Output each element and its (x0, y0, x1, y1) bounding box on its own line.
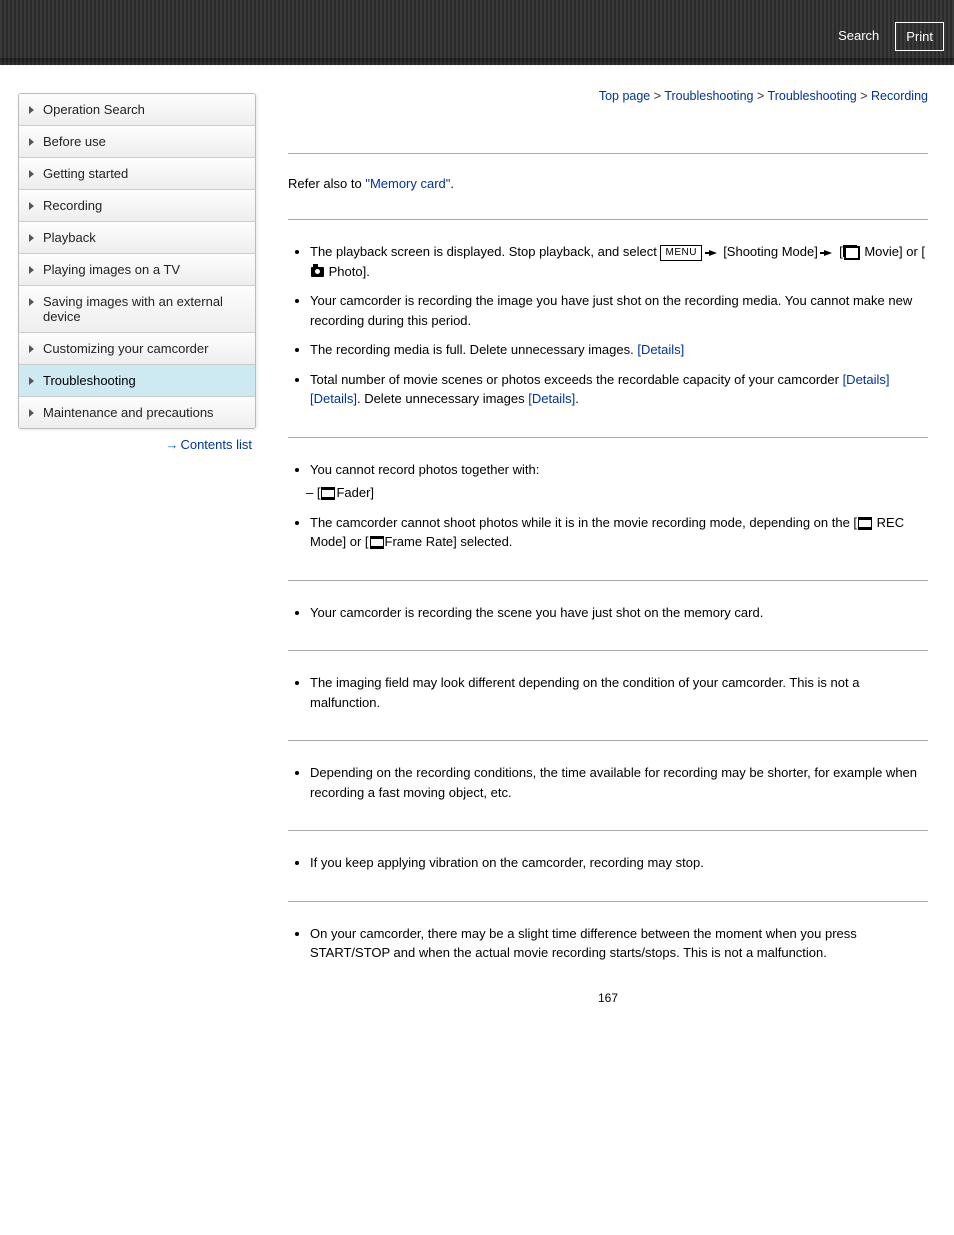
page-number: 167 (288, 991, 928, 1005)
movie-icon (844, 246, 860, 260)
list-item: Your camcorder is recording the scene yo… (310, 603, 928, 623)
breadcrumb: Top page > Troubleshooting > Troubleshoo… (288, 89, 928, 103)
sidebar-item-before-use[interactable]: Before use (19, 126, 255, 158)
menu-button-icon: MENU (660, 245, 701, 261)
refer-note: Refer also to "Memory card". (288, 176, 928, 191)
list-item: The imaging field may look different dep… (310, 673, 928, 712)
trouble-list-7: On your camcorder, there may be a slight… (292, 924, 928, 963)
divider (288, 580, 928, 581)
arrow-right-icon (824, 250, 832, 256)
list-item: You cannot record photos together with: … (310, 460, 928, 503)
list-item: Total number of movie scenes or photos e… (310, 370, 928, 409)
sidebar-item-playing-tv[interactable]: Playing images on a TV (19, 254, 255, 286)
list-item: If you keep applying vibration on the ca… (310, 853, 928, 873)
list-item: The recording media is full. Delete unne… (310, 340, 928, 360)
divider (288, 437, 928, 438)
trouble-list-6: If you keep applying vibration on the ca… (292, 853, 928, 873)
details-link[interactable]: [Details] (843, 372, 890, 387)
print-button[interactable]: Print (895, 22, 944, 51)
list-item: Depending on the recording conditions, t… (310, 763, 928, 802)
divider (288, 650, 928, 651)
divider (288, 219, 928, 220)
sidebar-item-maintenance[interactable]: Maintenance and precautions (19, 397, 255, 428)
divider (288, 153, 928, 154)
details-link[interactable]: [Details] (528, 391, 575, 406)
crumb-top[interactable]: Top page (599, 89, 650, 103)
crumb-1[interactable]: Troubleshooting (664, 89, 753, 103)
trouble-list-4: The imaging field may look different dep… (292, 673, 928, 712)
search-button[interactable]: Search (828, 22, 889, 51)
trouble-list-3: Your camcorder is recording the scene yo… (292, 603, 928, 623)
sidebar-item-saving-external[interactable]: Saving images with an external device (19, 286, 255, 333)
list-item: The playback screen is displayed. Stop p… (310, 242, 928, 281)
divider (288, 740, 928, 741)
sidebar-item-getting-started[interactable]: Getting started (19, 158, 255, 190)
main-content: Top page > Troubleshooting > Troubleshoo… (288, 93, 928, 1015)
details-link[interactable]: [Details] (310, 391, 357, 406)
film-icon (370, 536, 384, 549)
sidebar-item-recording[interactable]: Recording (19, 190, 255, 222)
film-icon (321, 487, 335, 500)
sidebar-item-operation-search[interactable]: Operation Search (19, 94, 255, 126)
sidebar-item-troubleshooting[interactable]: Troubleshooting (19, 365, 255, 397)
trouble-list-2: You cannot record photos together with: … (292, 460, 928, 552)
list-item: On your camcorder, there may be a slight… (310, 924, 928, 963)
sublist-item: [Fader] (310, 483, 928, 503)
sidebar-item-customizing[interactable]: Customizing your camcorder (19, 333, 255, 365)
divider (288, 830, 928, 831)
list-item: Your camcorder is recording the image yo… (310, 291, 928, 330)
arrow-right-icon: → (165, 437, 178, 452)
divider (288, 901, 928, 902)
trouble-list-5: Depending on the recording conditions, t… (292, 763, 928, 802)
sidebar-nav: Operation Search Before use Getting star… (18, 93, 256, 429)
film-icon (858, 517, 872, 530)
crumb-2[interactable]: Troubleshooting (768, 89, 857, 103)
photo-icon (311, 267, 324, 277)
trouble-list-1: The playback screen is displayed. Stop p… (292, 242, 928, 409)
arrow-right-icon (709, 250, 717, 256)
contents-list-link[interactable]: →Contents list (18, 429, 256, 452)
top-banner: Search Print (0, 0, 954, 65)
memory-card-link[interactable]: "Memory card" (365, 176, 450, 191)
list-item: The camcorder cannot shoot photos while … (310, 513, 928, 552)
details-link[interactable]: [Details] (637, 342, 684, 357)
sidebar-item-playback[interactable]: Playback (19, 222, 255, 254)
crumb-3[interactable]: Recording (871, 89, 928, 103)
